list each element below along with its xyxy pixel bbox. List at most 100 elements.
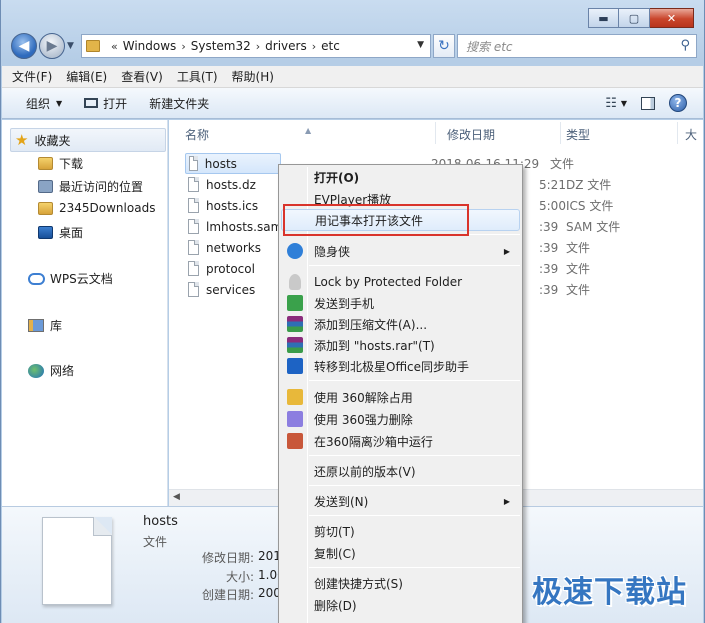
file-type: 文件 xyxy=(550,157,575,171)
help-icon[interactable]: ? xyxy=(669,94,687,112)
menu-item-copy[interactable]: 复制(C) xyxy=(281,542,520,564)
menu-view[interactable]: 查看(V) xyxy=(121,68,163,85)
address-dropdown-icon[interactable]: ▼ xyxy=(417,40,424,50)
column-divider[interactable] xyxy=(560,122,561,144)
file-type: 文件 xyxy=(566,283,591,297)
breadcrumb-separator[interactable]: › xyxy=(256,40,260,53)
nav-item-downloads[interactable]: 下载 xyxy=(38,155,83,172)
submenu-arrow-icon: ▶ xyxy=(503,246,510,256)
column-divider[interactable] xyxy=(435,122,436,144)
change-view-icon[interactable]: ☷ xyxy=(605,96,617,111)
recent-pages-dropdown[interactable]: ▼ xyxy=(67,41,74,51)
breadcrumb-windows[interactable]: Windows xyxy=(123,39,177,53)
file-icon xyxy=(188,261,199,276)
menu-item-360-sandbox[interactable]: 在360隔离沙箱中运行 xyxy=(281,430,520,452)
menu-item-open[interactable]: 打开(O) xyxy=(281,166,520,188)
menu-edit[interactable]: 编辑(E) xyxy=(66,68,107,85)
details-file-name: hosts xyxy=(143,514,178,529)
address-bar[interactable]: « Windows › System32 › drivers › etc ▼ xyxy=(81,34,431,58)
menu-item-label: 使用 360强力删除 xyxy=(314,412,413,427)
menu-item-label: 发送到手机 xyxy=(314,296,375,311)
highlight-annotation xyxy=(283,204,469,236)
column-type[interactable]: 类型 xyxy=(566,126,590,143)
nav-item-2345downloads[interactable]: 2345Downloads xyxy=(38,201,155,215)
back-button[interactable]: ◀ xyxy=(11,33,37,59)
menu-item-add-to-hosts-rar[interactable]: 添加到 "hosts.rar"(T) xyxy=(281,334,520,356)
menu-separator xyxy=(309,265,520,266)
scroll-left-icon[interactable]: ◀ xyxy=(173,492,180,502)
nav-item-wps-cloud[interactable]: WPS云文档 xyxy=(28,270,113,287)
submenu-arrow-icon: ▶ xyxy=(503,496,510,506)
new-folder-button[interactable]: 新建文件夹 xyxy=(149,95,209,112)
nav-item-libraries[interactable]: 库 xyxy=(28,317,62,334)
menu-item-label: 转移到北极星Office同步助手 xyxy=(314,359,470,374)
menu-separator xyxy=(309,380,520,381)
menu-item-delete[interactable]: 删除(D) xyxy=(281,594,520,616)
360-sandbox-icon xyxy=(287,433,303,449)
forward-button[interactable]: ▶ xyxy=(39,33,65,59)
menu-help[interactable]: 帮助(H) xyxy=(232,68,274,85)
nav-item-label: 库 xyxy=(50,319,63,333)
column-name[interactable]: 名称 xyxy=(185,126,209,143)
office-sync-icon xyxy=(287,358,303,374)
menu-item-cut[interactable]: 剪切(T) xyxy=(281,520,520,542)
preview-pane-icon[interactable] xyxy=(641,96,655,110)
file-icon xyxy=(188,282,199,297)
menu-item-create-shortcut[interactable]: 创建快捷方式(S) xyxy=(281,572,520,594)
menu-item-restore-previous[interactable]: 还原以前的版本(V) xyxy=(281,460,520,482)
breadcrumb-drivers[interactable]: drivers xyxy=(265,39,307,53)
menu-file[interactable]: 文件(F) xyxy=(12,68,52,85)
column-date[interactable]: 修改日期 xyxy=(447,126,495,143)
menu-bar: 文件(F) 编辑(E) 查看(V) 工具(T) 帮助(H) xyxy=(2,66,703,88)
menu-item-lock-protected-folder[interactable]: Lock by Protected Folder xyxy=(281,271,520,293)
organize-button[interactable]: 组织 ▼ xyxy=(26,95,62,112)
menu-item-label: 添加到 "hosts.rar"(T) xyxy=(314,338,435,353)
file-date: 5:21 xyxy=(539,177,566,192)
file-date: :39 xyxy=(539,240,559,255)
nav-item-recent-places[interactable]: 最近访问的位置 xyxy=(38,178,143,195)
breadcrumb-etc[interactable]: etc xyxy=(321,39,340,53)
overflow-chevron[interactable]: « xyxy=(111,40,118,53)
favorites-header[interactable]: ★ 收藏夹 xyxy=(10,128,166,152)
column-divider[interactable] xyxy=(677,122,678,144)
nav-item-label: WPS云文档 xyxy=(50,272,113,286)
menu-item-360-force-delete[interactable]: 使用 360强力删除 xyxy=(281,408,520,430)
menu-item-send-to[interactable]: 发送到(N) ▶ xyxy=(281,490,520,512)
breadcrumb-system32[interactable]: System32 xyxy=(191,39,251,53)
menu-item-yinshenxia[interactable]: 隐身侠 ▶ xyxy=(281,240,520,262)
search-box[interactable]: 搜索 etc ⚲ xyxy=(457,34,697,58)
recent-places-icon xyxy=(38,180,53,193)
menu-item-360-unlock[interactable]: 使用 360解除占用 xyxy=(281,386,520,408)
menu-separator xyxy=(309,567,520,568)
file-type: SAM 文件 xyxy=(566,220,621,234)
open-icon xyxy=(84,98,99,108)
yinshenxia-icon xyxy=(287,243,303,259)
minimize-button[interactable]: ▬ xyxy=(588,8,619,28)
breadcrumb-separator[interactable]: › xyxy=(312,40,316,53)
menu-separator xyxy=(309,455,520,456)
menu-item-add-to-archive[interactable]: 添加到压缩文件(A)... xyxy=(281,313,520,335)
library-icon xyxy=(28,319,44,332)
close-button[interactable]: ✕ xyxy=(650,8,694,28)
menu-tools[interactable]: 工具(T) xyxy=(177,68,218,85)
refresh-button[interactable]: ↻ xyxy=(433,34,455,58)
search-icon[interactable]: ⚲ xyxy=(680,38,690,53)
menu-item-label: 使用 360解除占用 xyxy=(314,390,413,405)
view-dropdown-icon[interactable]: ▼ xyxy=(621,99,627,108)
maximize-button[interactable]: ▢ xyxy=(619,8,650,28)
360-delete-icon xyxy=(287,411,303,427)
nav-item-network[interactable]: 网络 xyxy=(28,362,74,379)
menu-separator xyxy=(309,485,520,486)
view-controls: ☷ ▼ ? xyxy=(605,94,687,112)
column-headers: ▲ 名称 修改日期 类型 大 xyxy=(169,120,703,146)
menu-item-send-to-phone[interactable]: 发送到手机 xyxy=(281,292,520,314)
menu-item-label: 还原以前的版本(V) xyxy=(314,464,416,479)
nav-item-desktop[interactable]: 桌面 xyxy=(38,224,83,241)
menu-separator xyxy=(309,515,520,516)
winrar-icon xyxy=(287,337,303,353)
breadcrumb-separator[interactable]: › xyxy=(181,40,185,53)
open-button[interactable]: 打开 xyxy=(84,95,127,112)
file-date: :39 xyxy=(539,282,559,297)
menu-item-office-sync[interactable]: 转移到北极星Office同步助手 xyxy=(281,355,520,377)
column-size[interactable]: 大 xyxy=(685,126,697,143)
